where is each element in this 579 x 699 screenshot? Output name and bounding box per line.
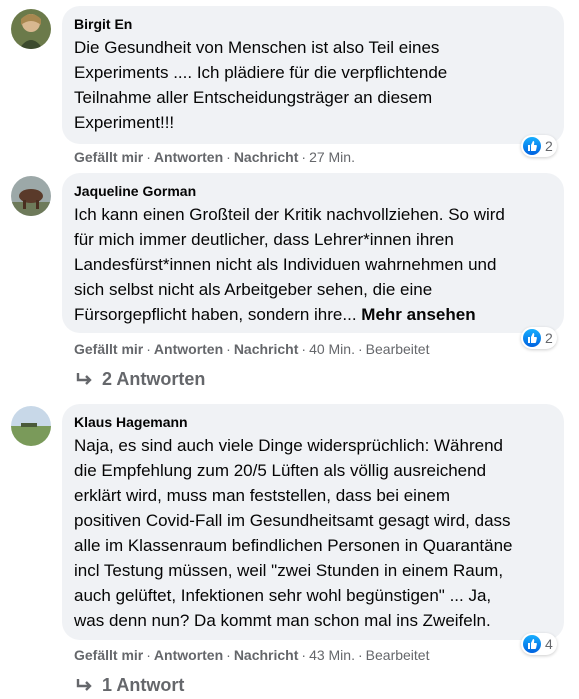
view-replies-button[interactable]: 1 Antwort <box>76 675 184 696</box>
edited-label: Bearbeitet <box>365 647 430 663</box>
avatar[interactable] <box>11 9 51 49</box>
comment-bubble: Jaqueline Gorman Ich kann einen Großteil… <box>62 173 564 333</box>
like-button[interactable]: Gefällt mir <box>74 647 143 663</box>
reply-button[interactable]: Antworten <box>154 341 223 357</box>
avatar[interactable] <box>11 176 51 216</box>
comment-1: Birgit En Die Gesundheit von Menschen is… <box>0 0 579 170</box>
reaction-count: 2 <box>545 138 553 154</box>
reaction-badge[interactable]: 4 <box>521 633 557 655</box>
timestamp[interactable]: 43 Min. <box>309 647 355 663</box>
comment-bubble: Klaus Hagemann Naja, es sind auch viele … <box>62 404 564 640</box>
view-replies-button[interactable]: 2 Antworten <box>76 369 205 390</box>
comment-actions: Gefällt mir · Antworten · Nachricht · 40 Min. ·… <box>74 341 430 357</box>
message-button[interactable]: Nachricht <box>234 647 299 663</box>
message-button[interactable]: Nachricht <box>234 341 299 357</box>
comment-3: Klaus Hagemann Naja, es sind auch viele … <box>0 395 579 699</box>
like-thumb-icon <box>523 329 541 347</box>
like-thumb-icon <box>523 137 541 155</box>
reply-button[interactable]: Antworten <box>154 647 223 663</box>
comment-text: Naja, es sind auch viele Dinge widersprü… <box>74 436 513 630</box>
see-more-link[interactable]: Mehr ansehen <box>361 305 475 324</box>
comment-bubble: Birgit En Die Gesundheit von Menschen is… <box>62 6 564 144</box>
reaction-count: 2 <box>545 330 553 346</box>
timestamp[interactable]: 27 Min. <box>309 149 355 165</box>
reply-button[interactable]: Antworten <box>154 149 223 165</box>
like-button[interactable]: Gefällt mir <box>74 149 143 165</box>
comment-actions: Gefällt mir · Antworten · Nachricht · 27 Min. <box>74 149 355 165</box>
comment-author[interactable]: Klaus Hagemann <box>74 413 552 431</box>
timestamp[interactable]: 40 Min. <box>309 341 355 357</box>
comment-text: Ich kann einen Großteil der Kritik nachv… <box>74 205 505 324</box>
reaction-badge[interactable]: 2 <box>521 135 557 157</box>
comment-2: Jaqueline Gorman Ich kann einen Großteil… <box>0 170 579 395</box>
edited-label: Bearbeitet <box>365 341 430 357</box>
reaction-count: 4 <box>545 636 553 652</box>
avatar[interactable] <box>11 406 51 446</box>
like-button[interactable]: Gefällt mir <box>74 341 143 357</box>
reply-arrow-icon <box>76 372 92 385</box>
comment-text: Die Gesundheit von Menschen ist also Tei… <box>74 38 448 132</box>
comment-author[interactable]: Birgit En <box>74 15 552 33</box>
message-button[interactable]: Nachricht <box>234 149 299 165</box>
like-thumb-icon <box>523 635 541 653</box>
reply-arrow-icon <box>76 678 92 691</box>
reaction-badge[interactable]: 2 <box>521 327 557 349</box>
comment-author[interactable]: Jaqueline Gorman <box>74 182 552 200</box>
comment-actions: Gefällt mir · Antworten · Nachricht · 43 Min. ·… <box>74 647 430 663</box>
